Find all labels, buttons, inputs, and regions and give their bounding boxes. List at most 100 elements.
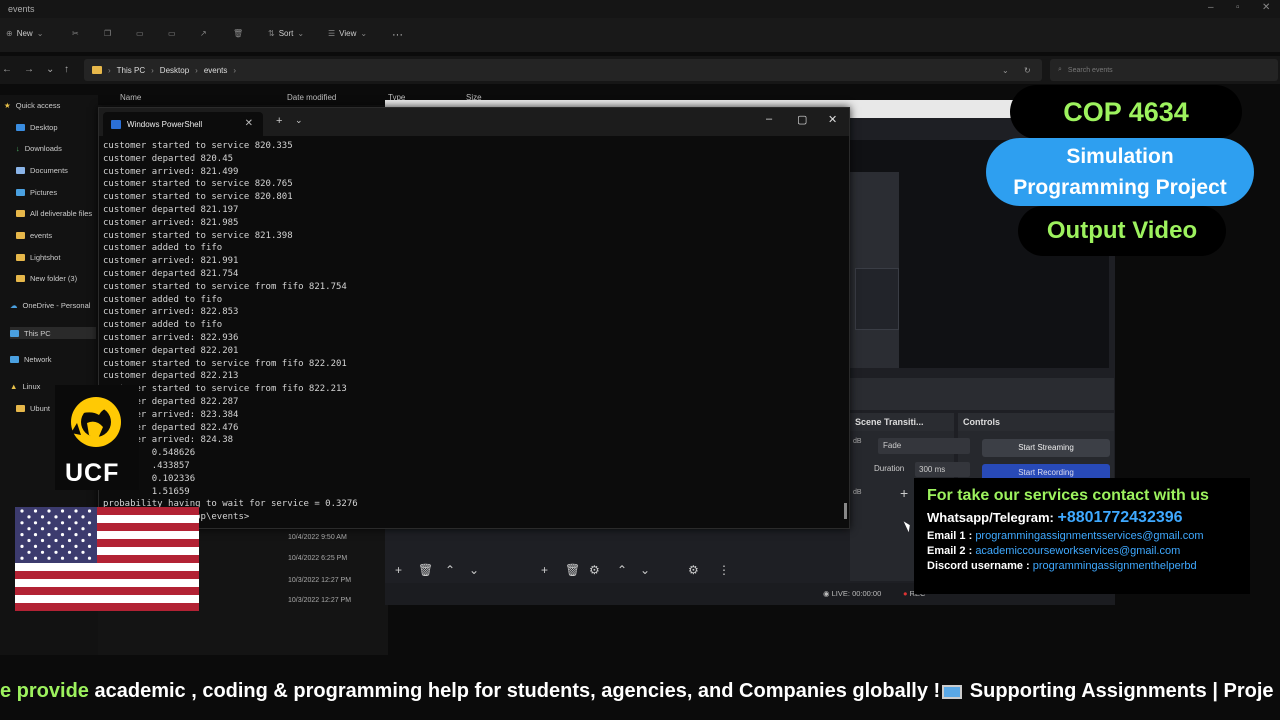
source-settings-icon[interactable]: ⚙: [589, 563, 600, 577]
mixer-settings-icon[interactable]: ⚙: [688, 563, 699, 577]
terminal-line: .433857: [103, 460, 190, 471]
close-icon[interactable]: ✕: [828, 113, 837, 126]
new-button[interactable]: ⊕ New ⌄: [6, 29, 43, 38]
add-scene-icon[interactable]: +: [395, 563, 402, 577]
view-label: View: [339, 29, 357, 38]
project-line1: Simulation: [1066, 145, 1174, 168]
tab-dropdown-icon[interactable]: ⌄: [295, 115, 303, 126]
transition-select[interactable]: Fade: [878, 438, 970, 454]
terminal-line: customer started to service 820.335: [103, 141, 293, 151]
terminal-line: customer departed 821.754: [103, 268, 239, 279]
plus-circle-icon: ⊕: [6, 29, 13, 38]
sidebar-item-events[interactable]: events: [16, 231, 52, 240]
add-source-icon[interactable]: +: [541, 563, 548, 577]
discord-label: Discord username :: [927, 560, 1030, 572]
sidebar-label: New folder (3): [30, 274, 78, 283]
start-streaming-button[interactable]: Start Streaming: [982, 439, 1110, 457]
terminal-line: 1.51659: [103, 486, 190, 497]
sidebar-item-network[interactable]: Network: [10, 355, 52, 364]
sidebar-item-documents[interactable]: Documents: [16, 166, 68, 175]
remove-scene-icon[interactable]: 🗑: [418, 563, 433, 577]
search-input[interactable]: ⌕ Search events: [1050, 59, 1278, 81]
delete-icon[interactable]: 🗑: [233, 29, 243, 38]
linux-icon: ▲: [10, 382, 18, 391]
remove-source-icon[interactable]: 🗑: [565, 563, 580, 577]
sidebar-item-this-pc[interactable]: This PC: [10, 327, 96, 339]
share-icon[interactable]: ↗: [200, 29, 207, 38]
flag-star: [47, 521, 51, 525]
sort-button[interactable]: ⇅ Sort ⌄: [268, 29, 304, 38]
paste-icon[interactable]: ▭: [136, 29, 144, 38]
copy-icon[interactable]: ❐: [104, 29, 111, 38]
new-tab-icon[interactable]: +: [276, 115, 282, 127]
sidebar-label: Downloads: [24, 144, 62, 153]
address-bar[interactable]: › This PC › Desktop › events › ⌄ ↻: [84, 59, 1042, 81]
sidebar-label: This PC: [24, 328, 51, 338]
up-icon[interactable]: ↑: [64, 64, 69, 75]
sidebar-label: All deliverable files: [30, 209, 93, 218]
maximize-icon[interactable]: ▢: [797, 113, 807, 126]
scrollbar[interactable]: [844, 503, 847, 519]
email2-label: Email 2 :: [927, 545, 973, 557]
flag-star: [87, 556, 92, 560]
source-down-icon[interactable]: ⌄: [640, 563, 650, 577]
sidebar-item-linux[interactable]: ▲ Linux: [10, 382, 40, 391]
tab-windows-powershell[interactable]: Windows PowerShell ✕: [103, 112, 263, 136]
view-button[interactable]: ☰ View ⌄: [328, 29, 367, 38]
breadcrumb-desktop[interactable]: Desktop: [160, 66, 189, 75]
maximize-icon[interactable]: ▫: [1236, 2, 1240, 13]
refresh-icon[interactable]: ↻: [1024, 66, 1031, 75]
close-tab-icon[interactable]: ✕: [245, 118, 253, 129]
minimize-icon[interactable]: –: [1208, 2, 1214, 13]
discord-line: Discord username : programmingassignment…: [927, 560, 1250, 572]
flag-star: [54, 515, 58, 519]
move-down-icon[interactable]: ⌄: [469, 563, 479, 577]
cut-icon[interactable]: ✂: [72, 29, 79, 38]
more-options-button[interactable]: ···: [392, 29, 403, 41]
sidebar-item-quick-access[interactable]: ★ Quick access: [4, 101, 60, 110]
sidebar-item-desktop[interactable]: Desktop: [16, 123, 58, 132]
terminal-line: customer arrived: 823.384: [103, 409, 239, 420]
rename-icon[interactable]: ▭: [168, 29, 176, 38]
whatsapp-label: Whatsapp/Telegram:: [927, 510, 1054, 525]
terminal-output[interactable]: customer started to service 820.335 custo…: [103, 140, 845, 526]
terminal-line: customer started to service from fifo 82…: [103, 281, 347, 292]
source-up-icon[interactable]: ⌃: [617, 563, 627, 577]
controls-title: Controls: [958, 413, 1114, 431]
sidebar-item-ubuntu[interactable]: Ubunt: [16, 404, 50, 413]
back-icon[interactable]: ←: [2, 64, 12, 75]
address-dropdown-icon[interactable]: ⌄: [1002, 66, 1009, 75]
minimize-icon[interactable]: –: [766, 113, 772, 125]
duration-input[interactable]: 300 ms: [915, 462, 970, 477]
flag-star: [27, 538, 31, 543]
duration-label: Duration: [874, 464, 905, 473]
flag-star: [74, 556, 78, 560]
add-transition-icon[interactable]: +: [900, 485, 908, 501]
flag-star: [40, 550, 45, 554]
sidebar-item-pictures[interactable]: Pictures: [16, 188, 57, 197]
recent-chevron-icon[interactable]: ⌄: [46, 64, 54, 75]
flag-star: [33, 556, 38, 560]
email2-line: Email 2 : academiccourseworkservices@gma…: [927, 545, 1250, 557]
breadcrumb-events[interactable]: events: [204, 66, 228, 75]
explorer-titlebar: events – ▫ ✕: [0, 0, 1280, 18]
column-name[interactable]: Name: [120, 93, 141, 102]
email2-value: academiccourseworkservices@gmail.com: [975, 545, 1181, 557]
folder-icon: [16, 405, 25, 412]
sidebar-item-new-folder[interactable]: New folder (3): [16, 274, 77, 283]
forward-icon[interactable]: →: [24, 64, 34, 75]
column-date[interactable]: Date modified: [287, 93, 336, 102]
preview-inner: [855, 268, 899, 330]
sidebar-item-lightshot[interactable]: Lightshot: [16, 253, 60, 262]
terminal-line: 0.548626: [103, 448, 196, 459]
mixer-menu-icon[interactable]: ⋮: [718, 563, 730, 577]
close-icon[interactable]: ✕: [1262, 2, 1270, 13]
flag-star: [47, 556, 51, 560]
move-up-icon[interactable]: ⌃: [445, 563, 455, 577]
sidebar-item-onedrive[interactable]: ☁ OneDrive - Personal: [10, 301, 90, 310]
folder-icon: [16, 254, 25, 261]
chevron-down-icon: ⌄: [360, 29, 368, 38]
sidebar-item-downloads[interactable]: ↓ Downloads: [16, 144, 62, 153]
sidebar-item-deliverables[interactable]: All deliverable files: [16, 209, 92, 218]
breadcrumb-this-pc[interactable]: This PC: [117, 66, 145, 75]
